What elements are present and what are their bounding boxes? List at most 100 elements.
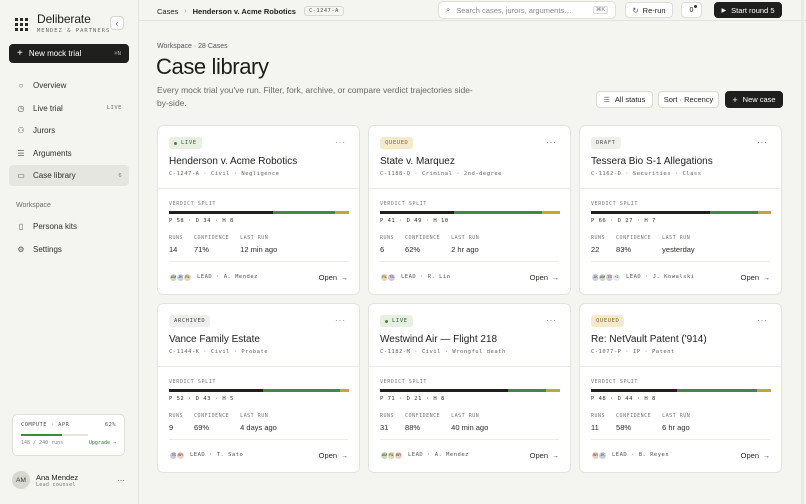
avatar: RL	[183, 272, 192, 282]
case-card[interactable]: QUEUED ··· State v. Marquez C-1188-Q · C…	[368, 125, 571, 295]
open-case-button[interactable]: Open →	[530, 273, 559, 282]
divider	[580, 366, 781, 367]
plaintiff-segment	[169, 389, 263, 392]
open-case-button[interactable]: Open →	[319, 451, 348, 460]
case-title[interactable]: Re: NetVault Patent ('914)	[591, 334, 707, 345]
verdict-split-label: VERDICT SPLIT	[591, 379, 638, 385]
rerun-button[interactable]: ↻ Re-run	[625, 2, 673, 18]
breadcrumb-cases[interactable]: Cases	[157, 7, 178, 16]
breadcrumb-current-case[interactable]: Henderson v. Acme Robotics	[193, 7, 296, 16]
more-options-icon[interactable]: ⋯	[117, 476, 125, 485]
sidebar-item-label: Case library	[33, 171, 76, 180]
hung-segment	[541, 211, 560, 214]
workspace-section-label: Workspace	[16, 202, 51, 209]
status-filter-button[interactable]: ☰ All status	[596, 91, 653, 108]
divider	[380, 261, 559, 262]
sidebar-item-label: Persona kits	[33, 222, 78, 231]
case-card[interactable]: LIVE ··· Westwind Air — Flight 218 C-118…	[368, 303, 571, 473]
brand-subtitle: MENDEZ & PARTNERS	[37, 28, 111, 34]
hung-segment	[545, 389, 560, 392]
chevron-right-icon: ›	[184, 7, 187, 15]
plaintiff-segment	[380, 211, 454, 214]
open-case-button[interactable]: Open →	[530, 451, 559, 460]
case-card[interactable]: LIVE ··· Henderson v. Acme Robotics C-12…	[157, 125, 360, 295]
status-badge: QUEUED	[380, 137, 414, 149]
lead-label: LEAD	[401, 274, 417, 280]
sidebar-item-case-library[interactable]: ▭ Case library 6	[9, 165, 129, 186]
open-case-button[interactable]: Open →	[319, 273, 348, 282]
open-case-button[interactable]: Open →	[741, 451, 770, 460]
defense-segment	[507, 389, 546, 392]
open-case-button[interactable]: Open →	[741, 273, 770, 282]
divider	[580, 188, 781, 189]
divider	[369, 188, 570, 189]
sidebar-item-arguments[interactable]: ☰ Arguments	[9, 143, 129, 164]
open-label: Open	[529, 272, 548, 282]
hung-segment	[758, 211, 771, 214]
sidebar-item-overview[interactable]: ○ Overview	[9, 75, 129, 96]
case-card[interactable]: ARCHIVED ··· Vance Family Estate C-1144-…	[157, 303, 360, 473]
status-badge: ARCHIVED	[169, 315, 211, 327]
case-title[interactable]: Vance Family Estate	[169, 334, 260, 345]
more-options-icon[interactable]: ···	[546, 316, 557, 325]
more-options-icon[interactable]: ···	[546, 138, 557, 147]
new-case-button[interactable]: + New case	[725, 91, 783, 108]
team-avatars: AM JK RL	[169, 272, 192, 282]
arrow-right-icon: →	[341, 452, 348, 460]
more-options-icon[interactable]: ···	[757, 138, 768, 147]
case-title[interactable]: Tessera Bio S-1 Allegations	[591, 156, 713, 167]
compute-runs: 148 / 240 runs	[21, 440, 64, 446]
case-card[interactable]: QUEUED ··· Re: NetVault Patent ('914) C-…	[579, 303, 782, 473]
lead-counsel: LEAD · R. Lin	[401, 274, 451, 280]
more-options-icon[interactable]: ···	[335, 316, 346, 325]
runs-label: RUNS	[591, 413, 606, 419]
case-title[interactable]: State v. Marquez	[380, 156, 455, 167]
case-title[interactable]: Westwind Air — Flight 218	[380, 334, 497, 345]
verdict-split-values: P 58 · D 34 · H 8	[169, 218, 234, 224]
more-options-icon[interactable]: ···	[335, 138, 346, 147]
avatar: +2	[612, 272, 621, 282]
jurors-icon: ⚇	[17, 126, 25, 135]
more-options-icon[interactable]: ···	[757, 316, 768, 325]
case-meta: C-1247-A · Civil · Negligence	[169, 171, 280, 177]
case-title[interactable]: Henderson v. Acme Robotics	[169, 156, 297, 167]
runs-label: RUNS	[380, 413, 395, 419]
brand[interactable]: Deliberate MENDEZ & PARTNERS	[15, 12, 110, 34]
new-mock-trial-button[interactable]: + New mock trial ⌘N	[9, 44, 129, 63]
runs-value: 22	[591, 245, 600, 254]
verdict-split-bar	[380, 211, 560, 214]
runs-value: 14	[169, 245, 178, 254]
defense-segment	[262, 389, 340, 392]
workspace-nav: ▯ Persona kits ⚙ Settings	[9, 216, 129, 261]
search-icon: ⌕	[446, 5, 451, 14]
verdict-split-label: VERDICT SPLIT	[380, 379, 427, 385]
search-placeholder: Search cases, jurors, arguments…	[456, 5, 572, 15]
sidebar-item-jurors[interactable]: ⚇ Jurors	[9, 120, 129, 141]
open-label: Open	[529, 450, 548, 460]
arrow-right-icon: →	[552, 274, 559, 282]
notifications-button[interactable]: 0	[681, 2, 702, 18]
search-shortcut: ⌘K	[592, 6, 608, 14]
last-run-label: LAST RUN	[451, 413, 480, 419]
last-run-value: yesterday	[662, 245, 695, 254]
upgrade-link[interactable]: Upgrade →	[89, 440, 116, 446]
search-input[interactable]: ⌕ Search cases, jurors, arguments… ⌘K	[438, 1, 616, 19]
case-card[interactable]: DRAFT ··· Tessera Bio S-1 Allegations C-…	[579, 125, 782, 295]
start-round-button[interactable]: ▶ Start round 5	[714, 2, 782, 18]
collapse-sidebar-button[interactable]: ‹	[110, 16, 124, 30]
verdict-split-values: P 52 · D 43 · H 5	[169, 396, 234, 402]
new-mock-trial-label: New mock trial	[28, 49, 82, 58]
open-label: Open	[318, 272, 337, 282]
confidence-value: 58%	[616, 423, 632, 432]
user-profile[interactable]: AM Ana Mendez Lead counsel ⋯	[12, 471, 125, 489]
team-avatars: TS BR	[169, 450, 185, 460]
sidebar-item-persona-kits[interactable]: ▯ Persona kits	[9, 216, 129, 237]
scrollbar[interactable]	[801, 0, 804, 504]
sidebar-item-settings[interactable]: ⚙ Settings	[9, 239, 129, 260]
lead-label: LEAD	[626, 274, 642, 280]
notification-dot	[694, 5, 697, 8]
sidebar-item-live-trial[interactable]: ◷ Live trial LIVE	[9, 98, 129, 119]
runs-label: RUNS	[591, 235, 606, 241]
case-meta: C-1188-Q · Criminal · 2nd-degree	[380, 171, 502, 177]
sort-button[interactable]: Sort · Recency	[658, 91, 719, 108]
